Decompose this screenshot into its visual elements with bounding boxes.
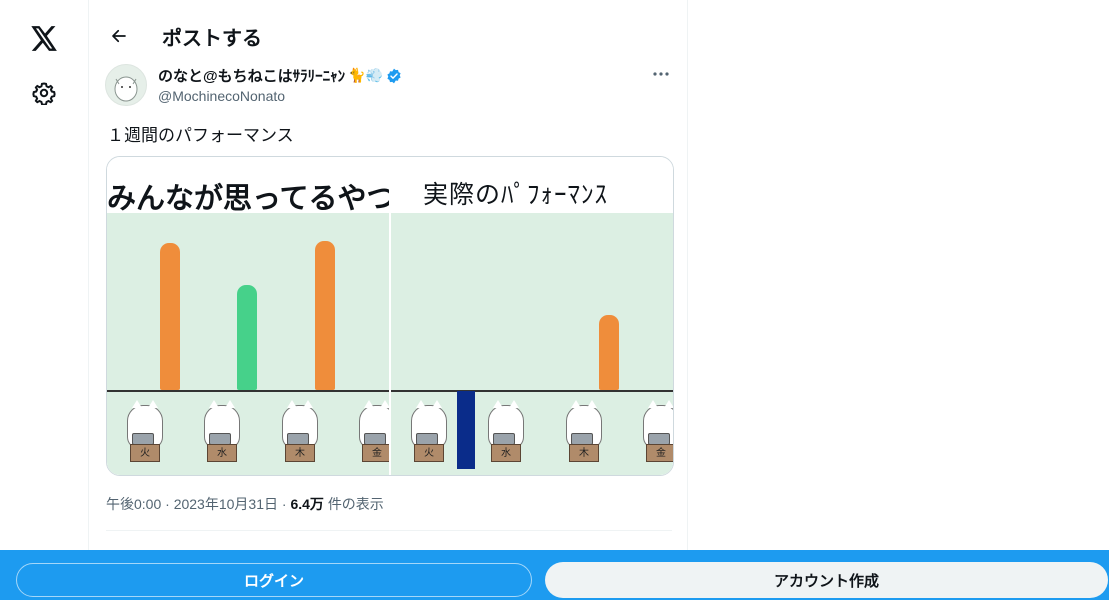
signup-button[interactable]: アカウント作成 [545, 562, 1108, 598]
main-column: ポストする のなと@もちねこはｻﾗﾘｰﾆｬﾝ 🐈💨 @MochinecoNona… [88, 0, 688, 600]
media-left-title: みんなが思ってるやつ [107, 183, 389, 215]
author-handle[interactable]: @MochinecoNonato [158, 88, 285, 104]
desk-day-label: 木 [569, 444, 599, 462]
desk-day-label: 火 [414, 444, 444, 462]
bottom-bar: ログイン アカウント作成 [0, 550, 1109, 600]
desk-day-label: 水 [207, 444, 237, 462]
post-meta: 午後0:00 · 2023年10月31日 · 6.4万 件の表示 [106, 494, 384, 514]
author-display-name[interactable]: のなと@もちねこはｻﾗﾘｰﾆｬﾝ [158, 65, 345, 86]
meta-separator: · [165, 496, 170, 512]
chart-background [391, 213, 673, 391]
avatar[interactable] [105, 64, 147, 106]
performance-bar [315, 241, 335, 390]
media-right-title: 実際のﾊﾟﾌｫｰﾏﾝｽ [423, 180, 609, 209]
post-date[interactable]: 2023年10月31日 [174, 496, 278, 512]
post-text: １週間のパフォーマンス [107, 126, 294, 145]
arrow-left-icon[interactable] [101, 18, 137, 54]
page-title: ポストする [162, 28, 262, 50]
name-emojis: 🐈💨 [348, 67, 384, 83]
desk-day-label: 金 [362, 444, 389, 462]
meta-separator: · [281, 496, 287, 512]
post-media[interactable]: みんなが思ってるやつ 火 水 木 金 実際のﾊﾟﾌｫｰﾏﾝｽ 火 水 木 金 [106, 156, 674, 476]
desk-day-label: 木 [285, 444, 315, 462]
performance-bar [599, 315, 619, 390]
desk-day-label: 金 [646, 444, 673, 462]
x-logo-icon[interactable] [22, 16, 66, 60]
desk-day-label: 火 [130, 444, 160, 462]
views-label: 件の表示 [327, 496, 384, 512]
media-image-left[interactable]: みんなが思ってるやつ 火 水 木 金 [107, 157, 389, 475]
left-navigation [0, 0, 88, 600]
gear-icon[interactable] [22, 71, 66, 115]
divider [106, 530, 672, 531]
media-image-right[interactable]: 実際のﾊﾟﾌｫｰﾏﾝｽ 火 水 木 金 [391, 157, 673, 475]
more-horizontal-icon[interactable] [649, 64, 673, 84]
page-header: ポストする [89, 14, 687, 58]
desk-day-label: 水 [491, 444, 521, 462]
post-time[interactable]: 午後0:00 [106, 496, 161, 512]
views-count: 6.4万 [290, 496, 324, 512]
performance-bar [237, 285, 257, 390]
verified-badge-icon [386, 68, 402, 84]
login-button[interactable]: ログイン [16, 563, 532, 597]
dark-stripe [457, 391, 475, 469]
performance-bar [160, 243, 180, 390]
author-name-row: のなと@もちねこはｻﾗﾘｰﾆｬﾝ 🐈💨 [158, 65, 402, 86]
